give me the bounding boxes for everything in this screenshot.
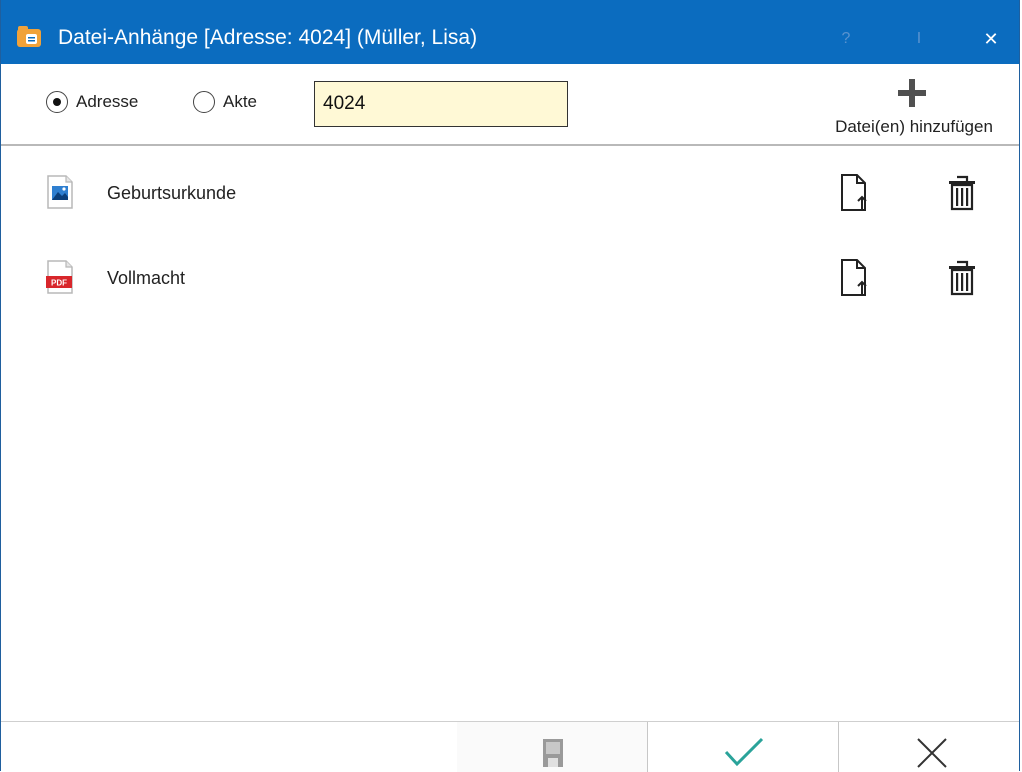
upload-file-icon[interactable]: [835, 173, 875, 213]
add-files-label: Datei(en) hinzufügen: [835, 117, 993, 136]
number-input[interactable]: [314, 81, 568, 127]
file-name: Geburtsurkunde: [107, 183, 237, 203]
title-bar: Datei-Anhänge [Adresse: 4024] (Müller, L…: [1, 0, 1019, 64]
dialog-window: Datei-Anhänge [Adresse: 4024] (Müller, L…: [0, 0, 1021, 772]
close-window-button[interactable]: ✕: [971, 20, 1011, 58]
radio-adresse[interactable]: Adresse: [46, 91, 138, 113]
radio-akte-label: Akte: [223, 92, 258, 111]
app-attachment-icon: [17, 26, 41, 47]
radio-adresse-label: Adresse: [76, 92, 139, 111]
save-button[interactable]: [457, 722, 647, 772]
file-row[interactable]: Geburtsurkunde: [1, 165, 1021, 221]
file-row[interactable]: PDF Vollmacht: [1, 250, 1021, 306]
pdf-badge: PDF: [51, 279, 67, 288]
cancel-x-icon: [917, 738, 947, 768]
checkmark-icon: [724, 737, 764, 767]
upload-file-icon[interactable]: [835, 258, 875, 298]
pdf-file-icon: PDF: [46, 260, 73, 294]
help-button[interactable]: ?: [826, 20, 866, 58]
image-file-icon: [47, 175, 73, 209]
radio-selected-dot: [53, 98, 61, 106]
save-icon: [543, 739, 563, 767]
ok-button[interactable]: [648, 722, 838, 772]
file-name: Vollmacht: [107, 268, 186, 288]
plus-icon: [898, 79, 926, 107]
text-cursor-icon: I: [916, 30, 922, 47]
cancel-button[interactable]: [839, 722, 1021, 772]
add-files-button[interactable]: Datei(en) hinzufügen: [811, 72, 1017, 140]
trash-icon[interactable]: [946, 258, 978, 298]
window-title: Datei-Anhänge [Adresse: 4024] (Müller, L…: [58, 26, 478, 49]
radio-akte-circle[interactable]: [193, 91, 215, 113]
trash-icon[interactable]: [946, 173, 978, 213]
radio-adresse-circle[interactable]: [46, 91, 68, 113]
dialog-footer: [1, 721, 1019, 772]
radio-akte[interactable]: Akte: [193, 91, 257, 113]
